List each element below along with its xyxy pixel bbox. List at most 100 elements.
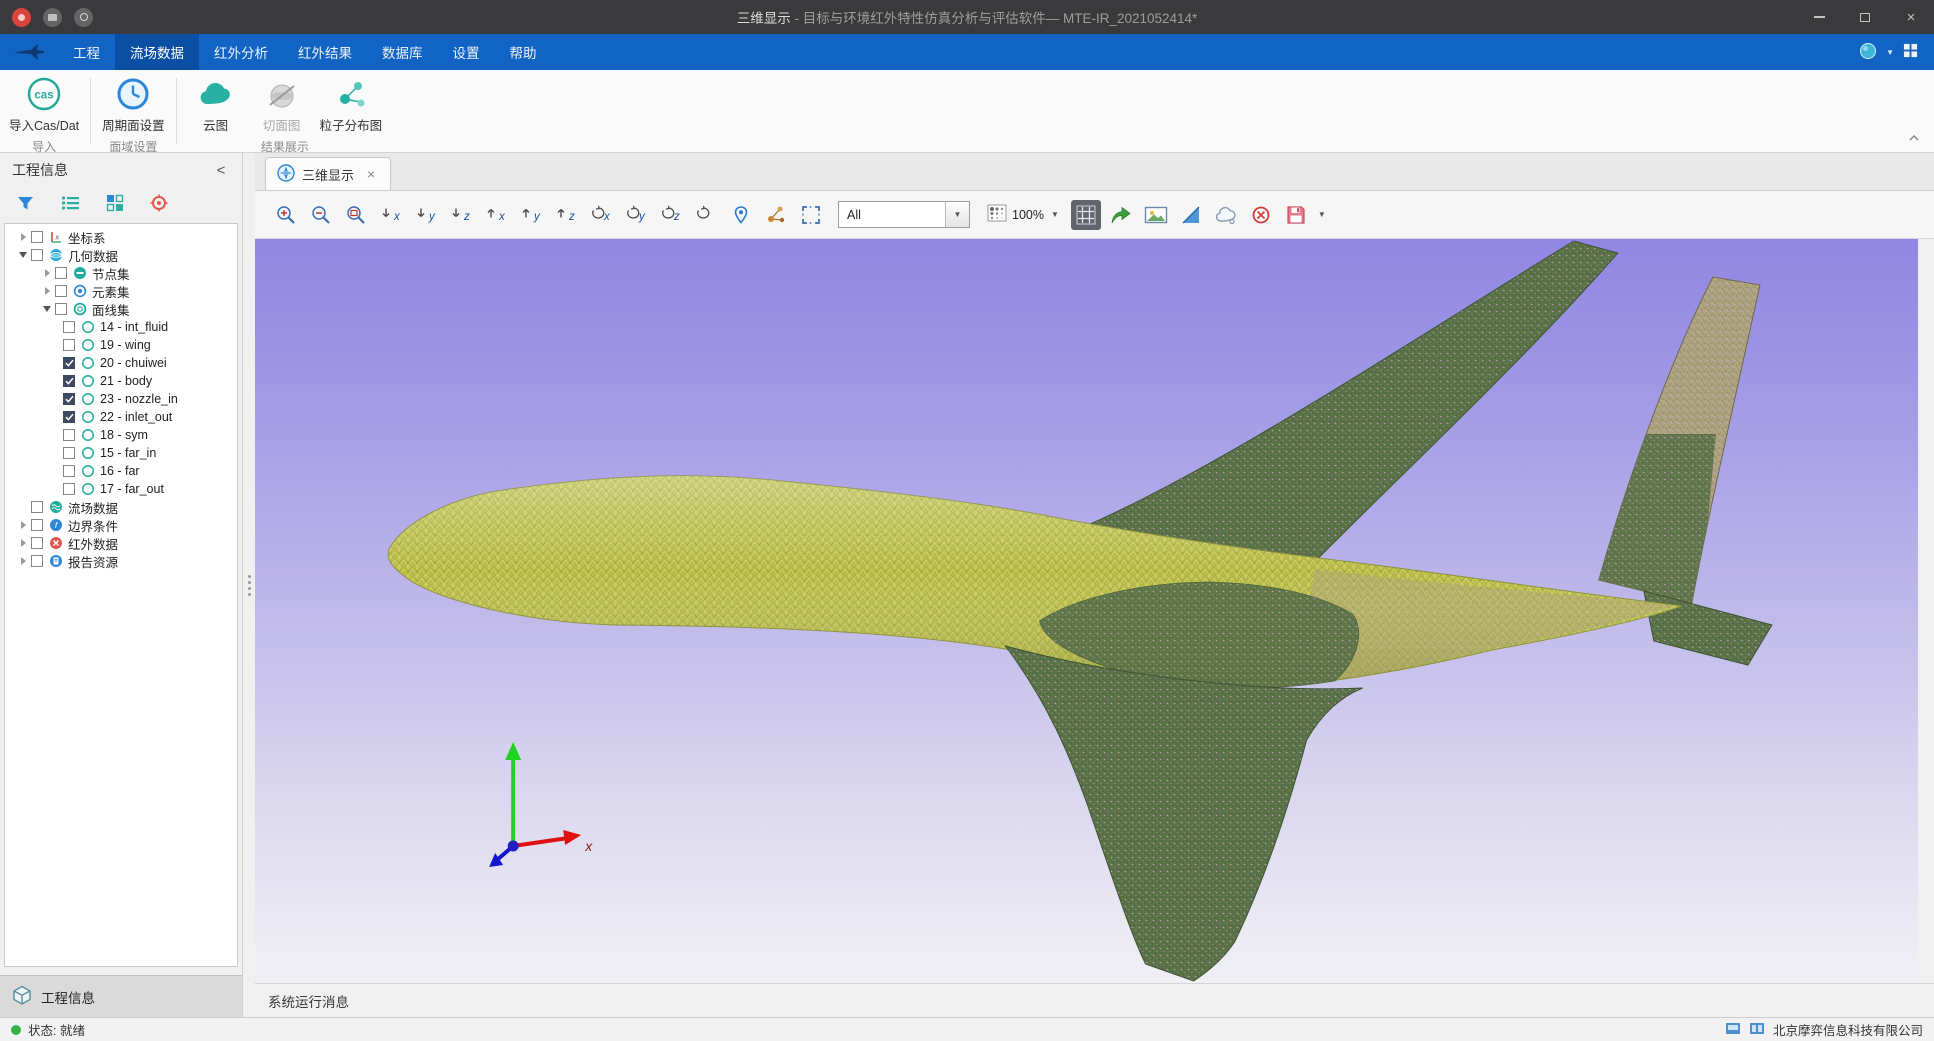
tree-checkbox[interactable] [31, 555, 43, 567]
display-filter-select[interactable]: All▼ [838, 201, 970, 228]
periodic-face-button[interactable]: 周期面设置 [97, 74, 170, 134]
user-sphere-icon[interactable] [1859, 42, 1877, 63]
snapshot-icon[interactable] [1141, 200, 1171, 230]
tree-expand-arrow-icon[interactable] [15, 557, 31, 565]
rotate-y-icon[interactable]: y [621, 200, 651, 230]
section-map-button[interactable]: 切面图 [249, 74, 315, 134]
tree-expand-arrow-icon[interactable] [15, 539, 31, 547]
tree-checkbox[interactable] [31, 537, 43, 549]
tree-item[interactable]: 18 - sym [5, 426, 237, 444]
tree-checkbox[interactable] [55, 303, 67, 315]
menu-dropdown-caret-icon[interactable]: ▼ [1886, 48, 1894, 57]
tree-item[interactable]: 14 - int_fluid [5, 318, 237, 336]
tree-item[interactable]: 16 - far [5, 462, 237, 480]
rotate-z-icon[interactable]: z [656, 200, 686, 230]
filter-funnel-icon[interactable] [16, 194, 35, 215]
tree-checkbox[interactable] [31, 501, 43, 513]
tree-checkbox[interactable] [63, 483, 75, 495]
save-dropdown-caret[interactable]: ▼ [1316, 210, 1328, 219]
tree-checkbox[interactable] [63, 375, 75, 387]
record-button[interactable] [12, 8, 31, 27]
rotate-x-icon[interactable]: x [586, 200, 616, 230]
rotate-free-icon[interactable] [691, 200, 721, 230]
window-layout-icon[interactable] [1903, 43, 1918, 61]
view-y-up-icon[interactable]: y [516, 200, 546, 230]
menu-tab-ir-analysis[interactable]: 红外分析 [199, 34, 283, 70]
tree-checkbox[interactable] [55, 285, 67, 297]
maximize-button[interactable] [1842, 0, 1888, 34]
doc-tab-3d-view[interactable]: 三维显示 × [265, 157, 391, 190]
tree-item[interactable]: 节点集 [5, 264, 237, 282]
tree-item[interactable]: 元素集 [5, 282, 237, 300]
tree-checkbox[interactable] [31, 249, 43, 261]
zoom-out-icon[interactable] [306, 200, 336, 230]
tree-item[interactable]: 17 - far_out [5, 480, 237, 498]
view-y-down-icon[interactable]: y [411, 200, 441, 230]
box-select-icon[interactable] [796, 200, 826, 230]
tree-item[interactable]: 几何数据 [5, 246, 237, 264]
tab-close-icon[interactable]: × [367, 166, 375, 182]
pixel-scale-control[interactable]: 100%▼ [987, 204, 1061, 225]
tree-item[interactable]: 20 - chuiwei [5, 354, 237, 372]
tree-checkbox[interactable] [63, 429, 75, 441]
tree-expand-arrow-icon[interactable] [39, 287, 55, 295]
menu-tab-settings[interactable]: 设置 [438, 34, 495, 70]
zoom-dropdown-caret-icon[interactable]: ▼ [1049, 210, 1061, 219]
particles-icon[interactable] [761, 200, 791, 230]
tree-expand-arrow-icon[interactable] [15, 233, 31, 241]
tree-expand-arrow-icon[interactable] [15, 521, 31, 529]
tree-checkbox[interactable] [63, 411, 75, 423]
tree-checkbox[interactable] [31, 231, 43, 243]
tool-button[interactable] [74, 8, 93, 27]
tree-item[interactable]: 15 - far_in [5, 444, 237, 462]
monitor-icon[interactable] [1725, 1022, 1741, 1038]
tree-expand-arrow-icon[interactable] [39, 306, 55, 312]
tree-expand-arrow-icon[interactable] [39, 269, 55, 277]
tree-item[interactable]: 流场数据 [5, 498, 237, 516]
tree-checkbox[interactable] [63, 447, 75, 459]
tree-item[interactable]: 21 - body [5, 372, 237, 390]
tree-item[interactable]: 报告资源 [5, 552, 237, 570]
zoom-in-icon[interactable] [271, 200, 301, 230]
tree-checkbox[interactable] [55, 267, 67, 279]
menu-tab-project[interactable]: 工程 [58, 34, 115, 70]
close-button[interactable]: × [1888, 0, 1934, 34]
tree-checkbox[interactable] [63, 465, 75, 477]
tree-item[interactable]: 22 - inlet_out [5, 408, 237, 426]
view-z-up-icon[interactable]: z [551, 200, 581, 230]
panel-splitter[interactable] [243, 153, 255, 1017]
view-x-down-icon[interactable]: x [376, 200, 406, 230]
menu-tab-database[interactable]: 数据库 [367, 34, 438, 70]
view-z-down-icon[interactable]: z [446, 200, 476, 230]
tree-checkbox[interactable] [63, 393, 75, 405]
locate-pin-icon[interactable] [726, 200, 756, 230]
split-window-icon[interactable] [1749, 1022, 1765, 1038]
particle-map-button[interactable]: 粒子分布图 [315, 74, 388, 134]
target-icon[interactable] [150, 194, 168, 215]
delete-icon[interactable] [1246, 200, 1276, 230]
combo-dropdown-button[interactable]: ▼ [945, 202, 969, 227]
cloud-map-button[interactable]: 云图 [183, 74, 249, 134]
tree-item[interactable]: 19 - wing [5, 336, 237, 354]
tree-checkbox[interactable] [63, 321, 75, 333]
tree-item[interactable]: 23 - nozzle_in [5, 390, 237, 408]
menu-tab-flow-data[interactable]: 流场数据 [115, 34, 199, 70]
panel-collapse-button[interactable]: < [212, 162, 230, 179]
tree-checkbox[interactable] [31, 519, 43, 531]
tree-checkbox[interactable] [63, 357, 75, 369]
zoom-fit-icon[interactable] [341, 200, 371, 230]
capture-button[interactable] [43, 8, 62, 27]
menu-tab-help[interactable]: 帮助 [495, 34, 552, 70]
tree-checkbox[interactable] [63, 339, 75, 351]
tree-item[interactable]: f边界条件 [5, 516, 237, 534]
tree-item[interactable]: 面线集 [5, 300, 237, 318]
grid-view-icon[interactable] [106, 194, 124, 215]
project-info-tab-button[interactable]: 工程信息 [0, 975, 242, 1017]
tree-item[interactable]: x坐标系 [5, 228, 237, 246]
menu-tab-ir-results[interactable]: 红外结果 [283, 34, 367, 70]
viewport-3d[interactable]: x [255, 239, 1918, 983]
list-view-icon[interactable] [61, 195, 80, 214]
import-cas-dat-button[interactable]: cas 导入Cas/Dat [4, 74, 84, 134]
view-x-up-icon[interactable]: x [481, 200, 511, 230]
tree-expand-arrow-icon[interactable] [15, 252, 31, 258]
